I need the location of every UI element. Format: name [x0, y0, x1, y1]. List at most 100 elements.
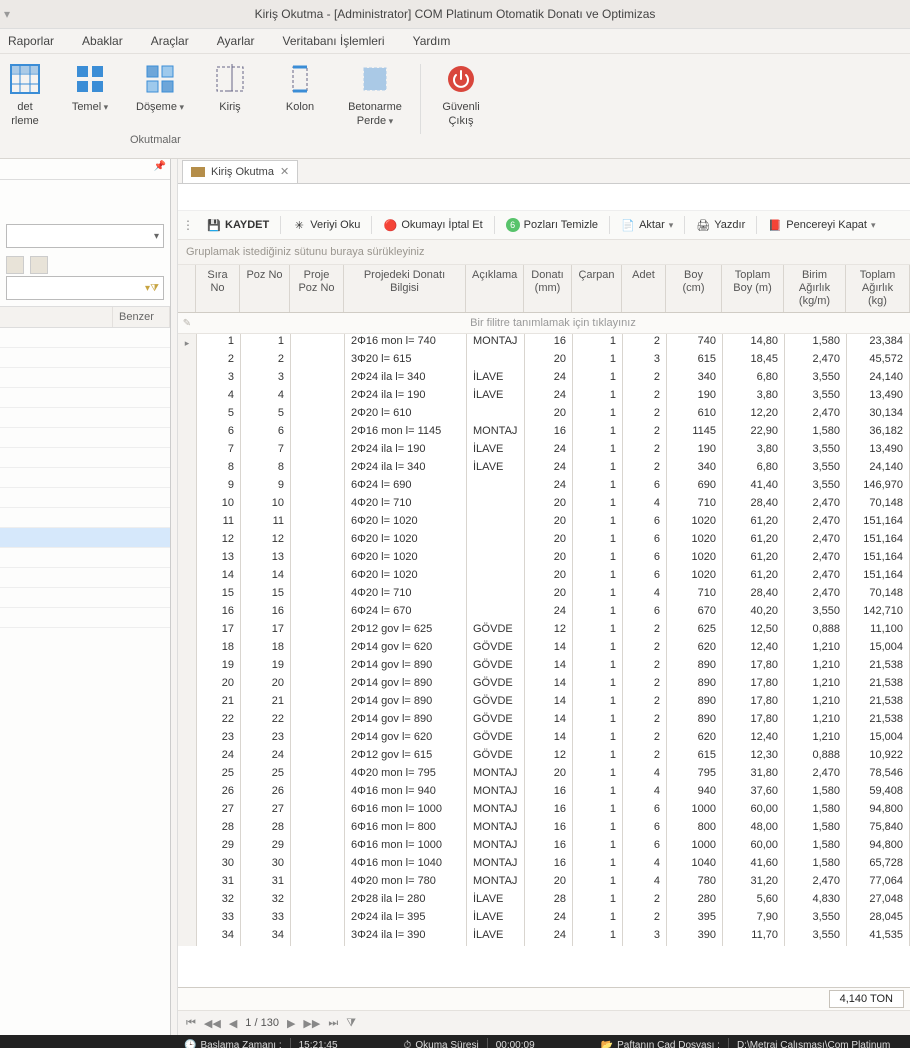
- col-aciklama[interactable]: Açıklama: [466, 265, 524, 312]
- menu-araclar[interactable]: Araçlar: [151, 34, 189, 48]
- table-row[interactable]: 33332Φ24 ila l= 395İLAVE24123957,903,550…: [178, 910, 910, 928]
- table-row[interactable]: 12126Φ20 l= 10202016102061,202,470151,16…: [178, 532, 910, 550]
- list-item[interactable]: [0, 368, 170, 388]
- col-donati-bilgisi[interactable]: Projedeki Donatı Bilgisi: [344, 265, 466, 312]
- list-item[interactable]: [0, 608, 170, 628]
- table-row[interactable]: 16166Φ24 l= 670241667040,203,550142,710: [178, 604, 910, 622]
- menu-raporlar[interactable]: Raporlar: [8, 34, 54, 48]
- pager-nextpage-icon[interactable]: ▶▶: [303, 1017, 320, 1030]
- table-row[interactable]: 882Φ24 ila l= 340İLAVE24123406,803,55024…: [178, 460, 910, 478]
- table-row[interactable]: ▸112Φ16 mon l= 740MONTAJ161274014,801,58…: [178, 334, 910, 352]
- pager-first-icon[interactable]: ⏮: [186, 1017, 196, 1030]
- veriyi-oku-button[interactable]: ✳ Veriyi Oku: [285, 212, 367, 238]
- menu-veritabani[interactable]: Veritabanı İşlemleri: [283, 34, 385, 48]
- pager-next-icon[interactable]: ▶: [287, 1017, 295, 1030]
- table-row[interactable]: 24242Φ12 gov l= 615GÖVDE121261512,300,88…: [178, 748, 910, 766]
- yazdir-button[interactable]: 🖨 Yazdır: [689, 212, 752, 238]
- table-row[interactable]: 552Φ20 l= 610201261012,202,47030,134: [178, 406, 910, 424]
- table-row[interactable]: 17172Φ12 gov l= 625GÖVDE121262512,500,88…: [178, 622, 910, 640]
- table-row[interactable]: 20202Φ14 gov l= 890GÖVDE141289017,801,21…: [178, 676, 910, 694]
- table-row[interactable]: 34343Φ24 ila l= 390İLAVE241339011,703,55…: [178, 928, 910, 946]
- ribbon-doseme-button[interactable]: Döşeme: [130, 58, 190, 114]
- table-row[interactable]: 31314Φ20 mon l= 780MONTAJ201478031,202,4…: [178, 874, 910, 892]
- pencereyi-kapat-button[interactable]: 📕 Pencereyi Kapat: [761, 212, 882, 238]
- left-col-1[interactable]: [0, 307, 113, 327]
- col-toplam-agirlik[interactable]: Toplam Ağırlık (kg): [846, 265, 910, 312]
- table-row[interactable]: 15154Φ20 l= 710201471028,402,47070,148: [178, 586, 910, 604]
- table-row[interactable]: 29296Φ16 mon l= 1000MONTAJ1616100060,001…: [178, 838, 910, 856]
- table-row[interactable]: 442Φ24 ila l= 190İLAVE24121903,803,55013…: [178, 388, 910, 406]
- table-row[interactable]: 13136Φ20 l= 10202016102061,202,470151,16…: [178, 550, 910, 568]
- list-item[interactable]: [0, 488, 170, 508]
- left-combobox[interactable]: ▾: [6, 224, 164, 248]
- col-adet[interactable]: Adet: [622, 265, 666, 312]
- table-row[interactable]: 662Φ16 mon l= 1145MONTAJ1612114522,901,5…: [178, 424, 910, 442]
- table-row[interactable]: 21212Φ14 gov l= 890GÖVDE141289017,801,21…: [178, 694, 910, 712]
- copy-icon[interactable]: [30, 256, 48, 274]
- menu-abaklar[interactable]: Abaklar: [82, 34, 123, 48]
- col-toplam-boy[interactable]: Toplam Boy (m): [722, 265, 784, 312]
- doc-icon[interactable]: [6, 256, 24, 274]
- table-row[interactable]: 18182Φ14 gov l= 620GÖVDE141262012,401,21…: [178, 640, 910, 658]
- list-item[interactable]: [0, 548, 170, 568]
- list-item[interactable]: [0, 328, 170, 348]
- col-donati-mm[interactable]: Donatı (mm): [524, 265, 572, 312]
- table-row[interactable]: 30304Φ16 mon l= 1040MONTAJ1614104041,601…: [178, 856, 910, 874]
- pager-filter-icon[interactable]: ⧩: [346, 1017, 356, 1030]
- col-boy[interactable]: Boy (cm): [666, 265, 722, 312]
- pager-last-icon[interactable]: ⏭: [328, 1017, 338, 1030]
- table-row[interactable]: 223Φ20 l= 615201361518,452,47045,572: [178, 352, 910, 370]
- table-row[interactable]: 32322Φ28 ila l= 280İLAVE28122805,604,830…: [178, 892, 910, 910]
- pozlari-temizle-button[interactable]: 6 Pozları Temizle: [499, 212, 605, 238]
- list-item[interactable]: [0, 408, 170, 428]
- pager-prev-icon[interactable]: ◀: [229, 1017, 237, 1030]
- table-row[interactable]: 11116Φ20 l= 10202016102061,202,470151,16…: [178, 514, 910, 532]
- menu-yardim[interactable]: Yardım: [413, 34, 451, 48]
- ribbon-perde-button[interactable]: BetonarmePerde: [340, 58, 410, 128]
- toolbar-overflow-icon[interactable]: ⋮: [182, 218, 194, 232]
- ribbon-kolon-button[interactable]: Kolon: [270, 58, 330, 114]
- ribbon-kiris-button[interactable]: Kiriş: [200, 58, 260, 114]
- list-item[interactable]: [0, 428, 170, 448]
- close-icon[interactable]: ✕: [280, 161, 289, 183]
- list-item[interactable]: [0, 568, 170, 588]
- table-row[interactable]: 27276Φ16 mon l= 1000MONTAJ1616100060,001…: [178, 802, 910, 820]
- group-by-panel[interactable]: Gruplamak istediğiniz sütunu buraya sürü…: [178, 240, 910, 265]
- table-row[interactable]: 772Φ24 ila l= 190İLAVE24121903,803,55013…: [178, 442, 910, 460]
- col-carpan[interactable]: Çarpan: [572, 265, 622, 312]
- ribbon-detrleme-button[interactable]: detrleme: [0, 58, 50, 128]
- list-item[interactable]: [0, 588, 170, 608]
- col-birim-agirlik[interactable]: Birim Ağırlık (kg/m): [784, 265, 846, 312]
- table-row[interactable]: 19192Φ14 gov l= 890GÖVDE141289017,801,21…: [178, 658, 910, 676]
- table-row[interactable]: 26264Φ16 mon l= 940MONTAJ161494037,601,5…: [178, 784, 910, 802]
- splitter[interactable]: [171, 159, 178, 1035]
- dropdown-icon[interactable]: ▾: [4, 0, 10, 28]
- pin-icon[interactable]: 📌: [154, 161, 166, 172]
- list-item[interactable]: [0, 468, 170, 488]
- table-row[interactable]: 10104Φ20 l= 710201471028,402,47070,148: [178, 496, 910, 514]
- grid-filter-row[interactable]: ✎ Bir filitre tanımlamak için tıklayınız: [178, 313, 910, 334]
- list-item[interactable]: [0, 448, 170, 468]
- table-row[interactable]: 25254Φ20 mon l= 795MONTAJ201479531,802,4…: [178, 766, 910, 784]
- ribbon-cikis-button[interactable]: GüvenliÇıkış: [431, 58, 491, 128]
- table-row[interactable]: 996Φ24 l= 690241669041,403,550146,970: [178, 478, 910, 496]
- kaydet-button[interactable]: 💾 KAYDET: [200, 212, 276, 238]
- table-row[interactable]: 332Φ24 ila l= 340İLAVE24123406,803,55024…: [178, 370, 910, 388]
- col-poz[interactable]: Poz No: [240, 265, 290, 312]
- pager-prevpage-icon[interactable]: ◀◀: [204, 1017, 221, 1030]
- table-row[interactable]: 28286Φ16 mon l= 800MONTAJ161680048,001,5…: [178, 820, 910, 838]
- list-item[interactable]: [0, 348, 170, 368]
- col-proje-poz[interactable]: Proje Poz No: [290, 265, 344, 312]
- table-row[interactable]: 14146Φ20 l= 10202016102061,202,470151,16…: [178, 568, 910, 586]
- list-item[interactable]: [0, 528, 170, 548]
- okumayi-iptal-button[interactable]: 🔴 Okumayı İptal Et: [376, 212, 489, 238]
- table-row[interactable]: 23232Φ14 gov l= 620GÖVDE141262012,401,21…: [178, 730, 910, 748]
- menu-ayarlar[interactable]: Ayarlar: [217, 34, 255, 48]
- grid-body[interactable]: ▸112Φ16 mon l= 740MONTAJ161274014,801,58…: [178, 334, 910, 987]
- ribbon-temel-button[interactable]: Temel: [60, 58, 120, 114]
- table-row[interactable]: 22222Φ14 gov l= 890GÖVDE141289017,801,21…: [178, 712, 910, 730]
- aktar-button[interactable]: 📄 Aktar: [614, 212, 680, 238]
- list-item[interactable]: [0, 508, 170, 528]
- col-sira[interactable]: Sıra No: [196, 265, 240, 312]
- list-item[interactable]: [0, 388, 170, 408]
